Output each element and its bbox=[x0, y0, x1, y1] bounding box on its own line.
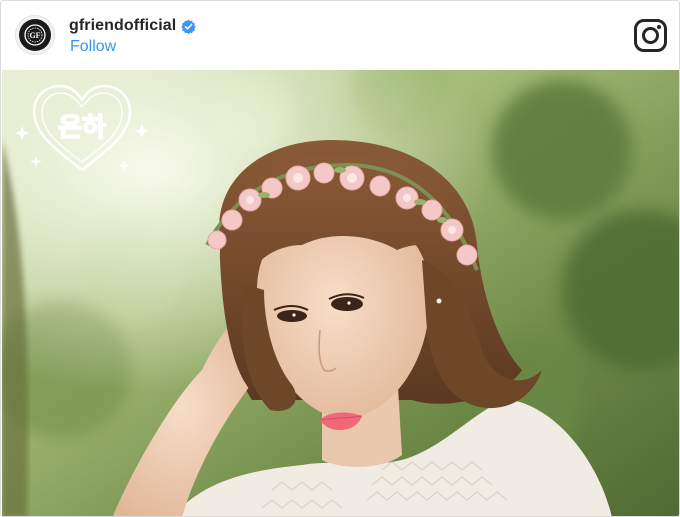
post-header: GF gfriendofficial Follow bbox=[1, 1, 679, 69]
username-row: gfriendofficial bbox=[69, 16, 196, 36]
instagram-embed-card: GF gfriendofficial Follow 은하 bbox=[0, 0, 680, 517]
follow-button[interactable]: Follow bbox=[70, 38, 116, 56]
svg-text:은하: 은하 bbox=[58, 113, 106, 143]
gfriend-emblem-icon: GF bbox=[19, 19, 51, 51]
username[interactable]: gfriendofficial bbox=[69, 17, 176, 35]
instagram-icon[interactable] bbox=[634, 19, 667, 52]
profile-avatar[interactable]: GF bbox=[15, 15, 55, 55]
post-photo[interactable]: 은하 bbox=[2, 70, 679, 516]
svg-text:GF: GF bbox=[29, 31, 40, 40]
verified-badge-icon bbox=[181, 19, 196, 34]
eunha-heart-logo: 은하 bbox=[14, 78, 150, 178]
